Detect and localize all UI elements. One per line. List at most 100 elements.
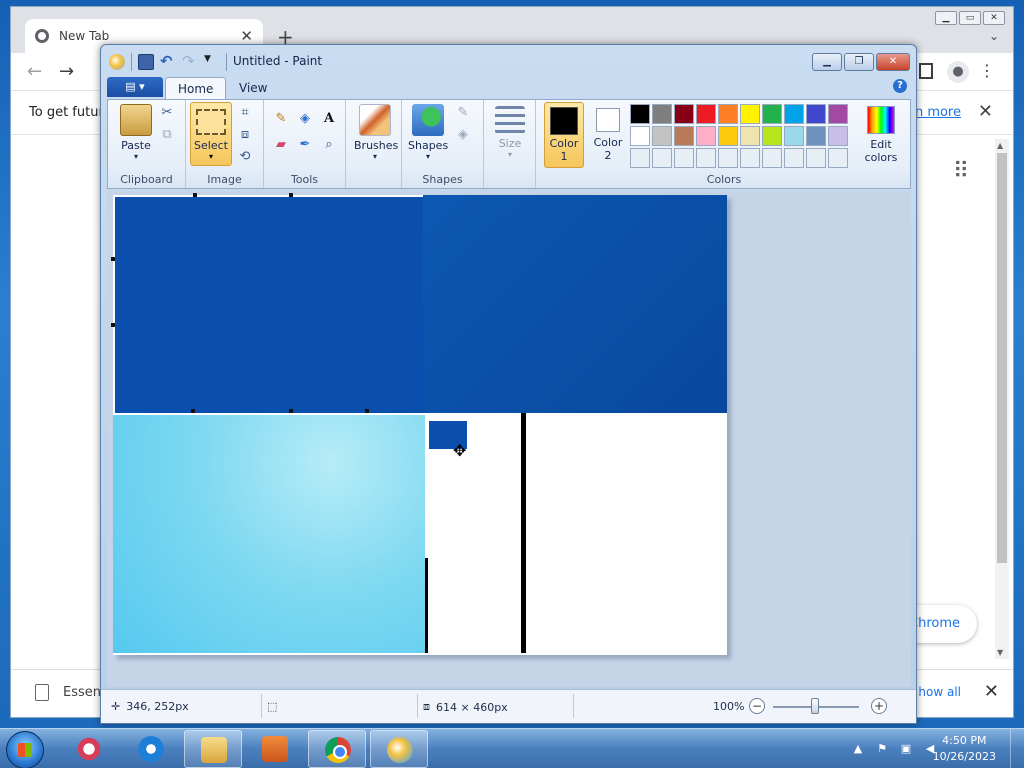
taskbar-internet-explorer[interactable] [122,730,180,768]
paint-close-button[interactable]: ✕ [876,53,910,71]
zoom-out-button[interactable]: − [749,698,765,714]
copy-icon[interactable]: ⧉ [158,126,176,144]
start-button[interactable] [6,731,44,768]
color-swatch[interactable] [718,126,738,146]
outline-icon[interactable]: ✎ [454,104,472,122]
undo-icon[interactable]: ↶ [160,54,176,70]
resize-handle[interactable] [289,193,293,197]
redo-icon[interactable]: ↷ [182,54,198,70]
color-swatch[interactable] [806,104,826,124]
show-all-downloads-link[interactable]: how all [918,685,961,699]
color-swatch[interactable] [784,104,804,124]
color-swatch[interactable] [674,126,694,146]
custom-color-swatch[interactable] [740,148,760,168]
color-swatch[interactable] [828,104,848,124]
color-swatch[interactable] [674,104,694,124]
scroll-down-icon[interactable]: ▼ [997,648,1003,657]
color-swatch[interactable] [696,104,716,124]
resize-handle[interactable] [111,323,115,327]
zoom-in-button[interactable]: + [871,698,887,714]
taskbar-chrome[interactable] [308,730,366,768]
color-swatch[interactable] [630,104,650,124]
taskbar-snipping-tool[interactable] [60,730,118,768]
rotate-icon[interactable]: ⟲ [236,148,254,166]
show-hidden-icons-icon[interactable]: ▲ [850,741,866,757]
chrome-minimize-button[interactable]: ▁ [935,11,957,25]
drawing-canvas[interactable]: ✥ [111,193,727,655]
resize-handle[interactable] [111,257,115,261]
text-tool-icon[interactable]: A [320,110,338,128]
fill-bucket-icon[interactable]: ◈ [296,110,314,128]
zoom-slider-thumb[interactable] [811,698,819,714]
paint-app-icon[interactable] [109,54,125,70]
chrome-close-button[interactable]: ✕ [983,11,1005,25]
resize-handle[interactable] [193,193,197,197]
chevron-down-icon[interactable]: ⌄ [989,29,999,43]
help-icon[interactable]: ? [893,79,907,93]
system-clock[interactable]: 4:50 PM 10/26/2023 [933,733,996,765]
google-apps-icon[interactable]: ⠿ [953,159,969,184]
edit-colors-button[interactable]: Edit colors [858,102,904,164]
paint-title-bar[interactable]: ↶ ↷ ▼ Untitled - Paint ▁ ❐ ✕ [101,45,916,75]
custom-color-swatch[interactable] [674,148,694,168]
taskbar-file-explorer[interactable] [184,730,242,768]
shapes-dropdown-icon[interactable]: ▾ [408,152,448,161]
resize-handle[interactable] [191,409,195,413]
color1-button[interactable]: Color 1 [544,102,584,168]
color2-button[interactable]: Color 2 [588,102,628,168]
resize-handle[interactable] [289,409,293,413]
paint-restore-button[interactable]: ❐ [844,53,874,71]
save-icon[interactable] [138,54,154,70]
canvas-workspace[interactable]: ✥ [107,191,911,687]
select-button[interactable]: Select ▾ [190,102,232,166]
size-dropdown-icon[interactable]: ▾ [490,150,530,159]
custom-color-swatch[interactable] [652,148,672,168]
custom-color-swatch[interactable] [718,148,738,168]
download-bar-close-icon[interactable]: ✕ [984,681,999,702]
paint-file-menu-button[interactable]: ▤ ▾ [107,77,163,97]
paste-button[interactable]: Paste ▾ [116,104,156,161]
back-arrow-icon[interactable]: ← [27,61,42,82]
network-icon[interactable]: ▣ [898,741,914,757]
color-swatch[interactable] [630,126,650,146]
magnifier-icon[interactable]: ⌕ [320,136,338,154]
color-swatch[interactable] [740,104,760,124]
chrome-restore-button[interactable]: ▭ [959,11,981,25]
scrollbar-thumb[interactable] [997,153,1007,563]
chrome-scrollbar[interactable]: ▲ ▼ [995,139,1009,659]
infobar-learn-more-link[interactable]: rn more [910,105,961,120]
color-swatch[interactable] [740,126,760,146]
select-dropdown-icon[interactable]: ▾ [191,152,231,161]
custom-color-swatch[interactable] [762,148,782,168]
cut-icon[interactable]: ✂ [158,104,176,122]
eraser-icon[interactable]: ▰ [272,136,290,154]
color-swatch[interactable] [762,104,782,124]
color-swatch[interactable] [718,104,738,124]
custom-color-swatch[interactable] [696,148,716,168]
scroll-up-icon[interactable]: ▲ [997,141,1003,150]
profile-avatar-icon[interactable]: ● [947,61,969,83]
close-tab-icon[interactable]: ✕ [240,27,253,45]
side-panel-icon[interactable] [919,63,933,79]
resize-icon[interactable]: ⧈ [236,126,254,144]
custom-color-swatch[interactable] [828,148,848,168]
fill-icon[interactable]: ◈ [454,126,472,144]
custom-color-swatch[interactable] [806,148,826,168]
brushes-dropdown-icon[interactable]: ▾ [354,152,396,161]
custom-color-swatch[interactable] [630,148,650,168]
pencil-icon[interactable]: ✎ [272,110,290,128]
taskbar-media-player[interactable] [246,730,304,768]
paste-dropdown-icon[interactable]: ▾ [116,152,156,161]
action-center-icon[interactable]: ⚑ [874,741,890,757]
color-swatch[interactable] [806,126,826,146]
infobar-close-icon[interactable]: ✕ [978,101,993,122]
shapes-button[interactable]: Shapes ▾ [408,104,448,161]
size-button[interactable]: Size ▾ [490,106,530,159]
color-swatch[interactable] [652,104,672,124]
customize-qat-icon[interactable]: ▼ [204,54,220,70]
forward-arrow-icon[interactable]: → [59,61,74,82]
custom-color-swatch[interactable] [784,148,804,168]
color-swatch[interactable] [828,126,848,146]
taskbar-paint[interactable] [370,730,428,768]
kebab-menu-icon[interactable]: ⋮ [979,61,995,80]
